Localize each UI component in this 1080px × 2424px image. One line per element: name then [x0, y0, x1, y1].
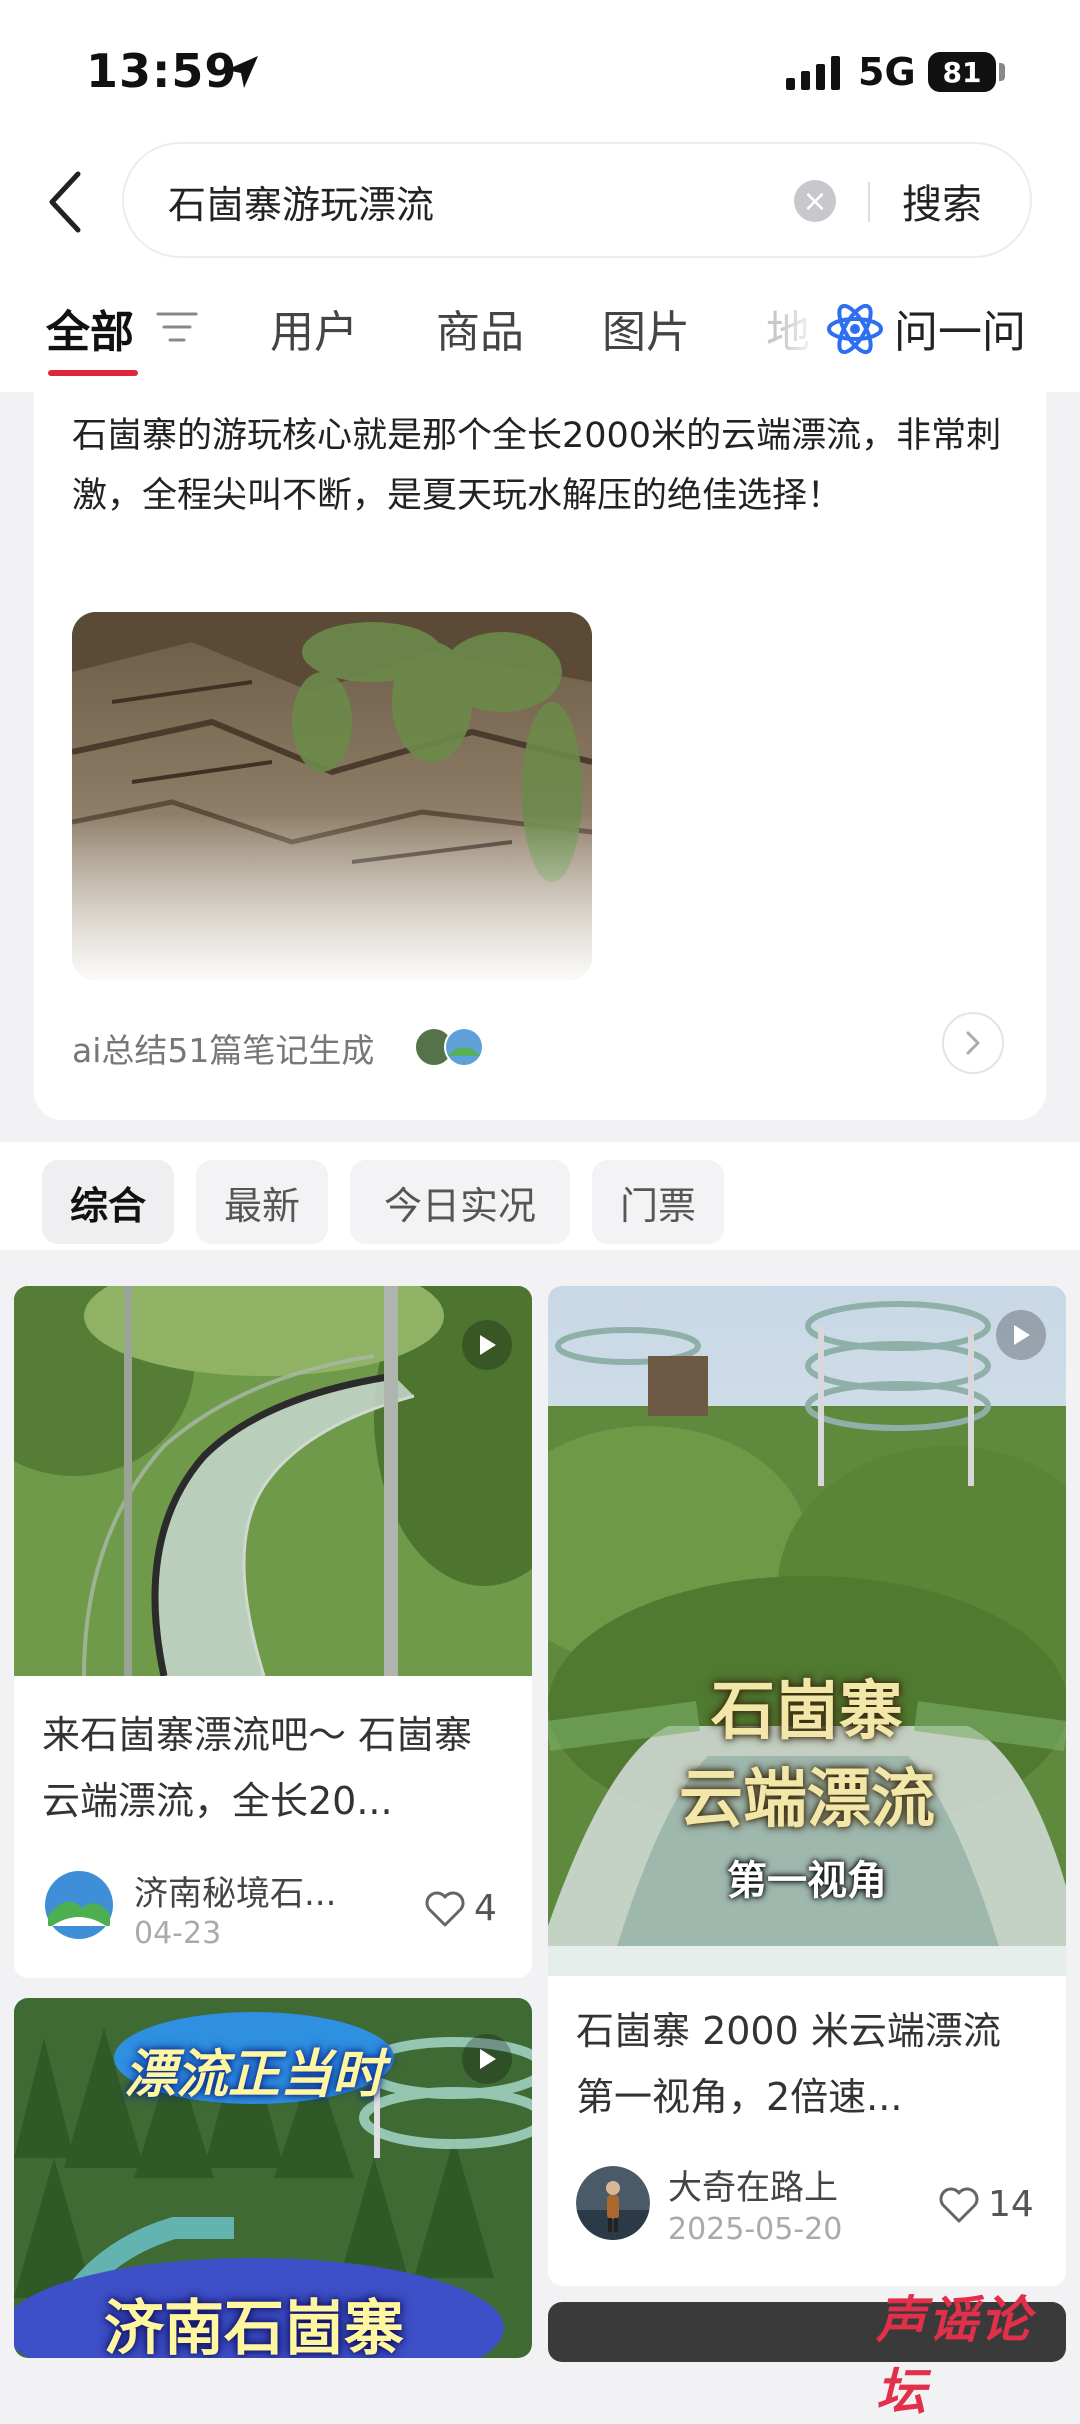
ai-summary-image[interactable] — [72, 612, 592, 980]
search-input[interactable]: 石崮寨游玩漂流 — [168, 174, 434, 229]
post-cover-image[interactable] — [14, 1286, 532, 1676]
heart-icon — [425, 1891, 465, 1926]
battery-tip — [999, 63, 1005, 81]
video-overlay-subtitle: 济南石崮寨 — [104, 2294, 404, 2358]
filter-chip-latest[interactable]: 最新 — [196, 1160, 328, 1244]
post-author[interactable]: 济南秘境石... — [134, 1866, 336, 1915]
like-count: 4 — [474, 1888, 497, 1929]
like-button[interactable]: 4 — [424, 1888, 497, 1929]
video-play-icon — [996, 1310, 1046, 1360]
ask-sparkle-icon[interactable] — [826, 300, 884, 358]
video-play-icon — [462, 1320, 512, 1370]
post-cover-image[interactable]: 石崮寨 云端漂流 第一视角 — [548, 1286, 1066, 1976]
category-tabs: 全部 用户 商品 图片 地 问一问 — [0, 290, 1080, 392]
like-button[interactable]: 14 — [938, 2184, 1034, 2225]
filter-chip-comprehensive[interactable]: 综合 — [42, 1160, 174, 1244]
back-arrow-icon[interactable] — [42, 168, 92, 236]
source-avatars — [414, 1027, 484, 1067]
like-count: 14 — [988, 2184, 1034, 2225]
post-date: 04-23 — [134, 1916, 222, 1951]
tab-images[interactable]: 图片 — [602, 296, 690, 360]
tab-products[interactable]: 商品 — [436, 296, 524, 360]
video-overlay-caption: 第一视角 — [727, 1858, 887, 1904]
avatar[interactable] — [42, 1868, 116, 1942]
network-type: 5G — [858, 50, 916, 94]
search-box[interactable]: 石崮寨游玩漂流 × 搜索 — [122, 142, 1032, 258]
post-title: 石崮寨 2000 米云端漂流第一视角，2倍速... — [576, 2009, 1001, 2119]
filter-icon[interactable] — [156, 310, 198, 344]
watermark: 声谣论坛 — [876, 2291, 1032, 2421]
ai-summary-expand-button[interactable] — [942, 1012, 1004, 1074]
avatar[interactable] — [576, 2166, 650, 2240]
video-overlay-title: 漂流正当时 — [123, 2045, 384, 2105]
filter-chip-today[interactable]: 今日实况 — [350, 1160, 570, 1244]
tab-users[interactable]: 用户 — [270, 296, 358, 360]
battery-indicator: 81 — [928, 52, 996, 92]
filter-chip-tickets[interactable]: 门票 — [592, 1160, 724, 1244]
chevron-right-icon — [966, 1031, 980, 1055]
tab-all[interactable]: 全部 — [46, 296, 134, 360]
heart-icon — [939, 2187, 979, 2222]
post-card[interactable]: 漂流正当时 济南石崮寨 — [14, 1998, 532, 2358]
ai-summary-source: ai总结51篇笔记生成 — [72, 1031, 375, 1070]
ai-summary-card[interactable]: 石崮寨的游玩核心就是那个全长2000米的云端漂流，非常刺激，全程尖叫不断，是夏天… — [34, 392, 1046, 1120]
clear-icon[interactable]: × — [794, 180, 836, 222]
status-time: 13:59 — [86, 44, 238, 98]
post-author[interactable]: 大奇在路上 — [668, 2160, 838, 2209]
post-date: 2025-05-20 — [668, 2212, 843, 2247]
ask-button[interactable]: 问一问 — [894, 296, 1026, 360]
signal-icon — [786, 56, 840, 90]
post-title: 来石崮寨漂流吧～ 石崮寨云端漂流，全长20... — [42, 1713, 473, 1823]
location-arrow-icon — [226, 56, 258, 88]
post-feed: 来石崮寨漂流吧～ 石崮寨云端漂流，全长20... 济南秘境石... 04-23 … — [0, 1250, 1080, 2362]
search-divider — [868, 182, 870, 222]
post-card[interactable]: 石崮寨 云端漂流 第一视角 石崮寨 2000 米云端漂流第一视角，2倍速... … — [548, 1286, 1066, 2286]
ai-summary-text: 石崮寨的游玩核心就是那个全长2000米的云端漂流，非常刺激，全程尖叫不断，是夏天… — [72, 416, 1002, 516]
sort-filter-bar: 综合 最新 今日实况 门票 — [0, 1142, 1080, 1250]
status-bar: 13:59 5G 81 — [0, 0, 1080, 140]
post-cover-image[interactable]: 漂流正当时 济南石崮寨 — [14, 1998, 532, 2358]
post-card[interactable]: 来石崮寨漂流吧～ 石崮寨云端漂流，全长20... 济南秘境石... 04-23 … — [14, 1286, 532, 1978]
video-overlay-subtitle: 云端漂流 — [679, 1763, 935, 1837]
search-button[interactable]: 搜索 — [902, 172, 982, 230]
video-overlay-title: 石崮寨 — [711, 1675, 903, 1749]
active-tab-indicator — [48, 370, 138, 376]
